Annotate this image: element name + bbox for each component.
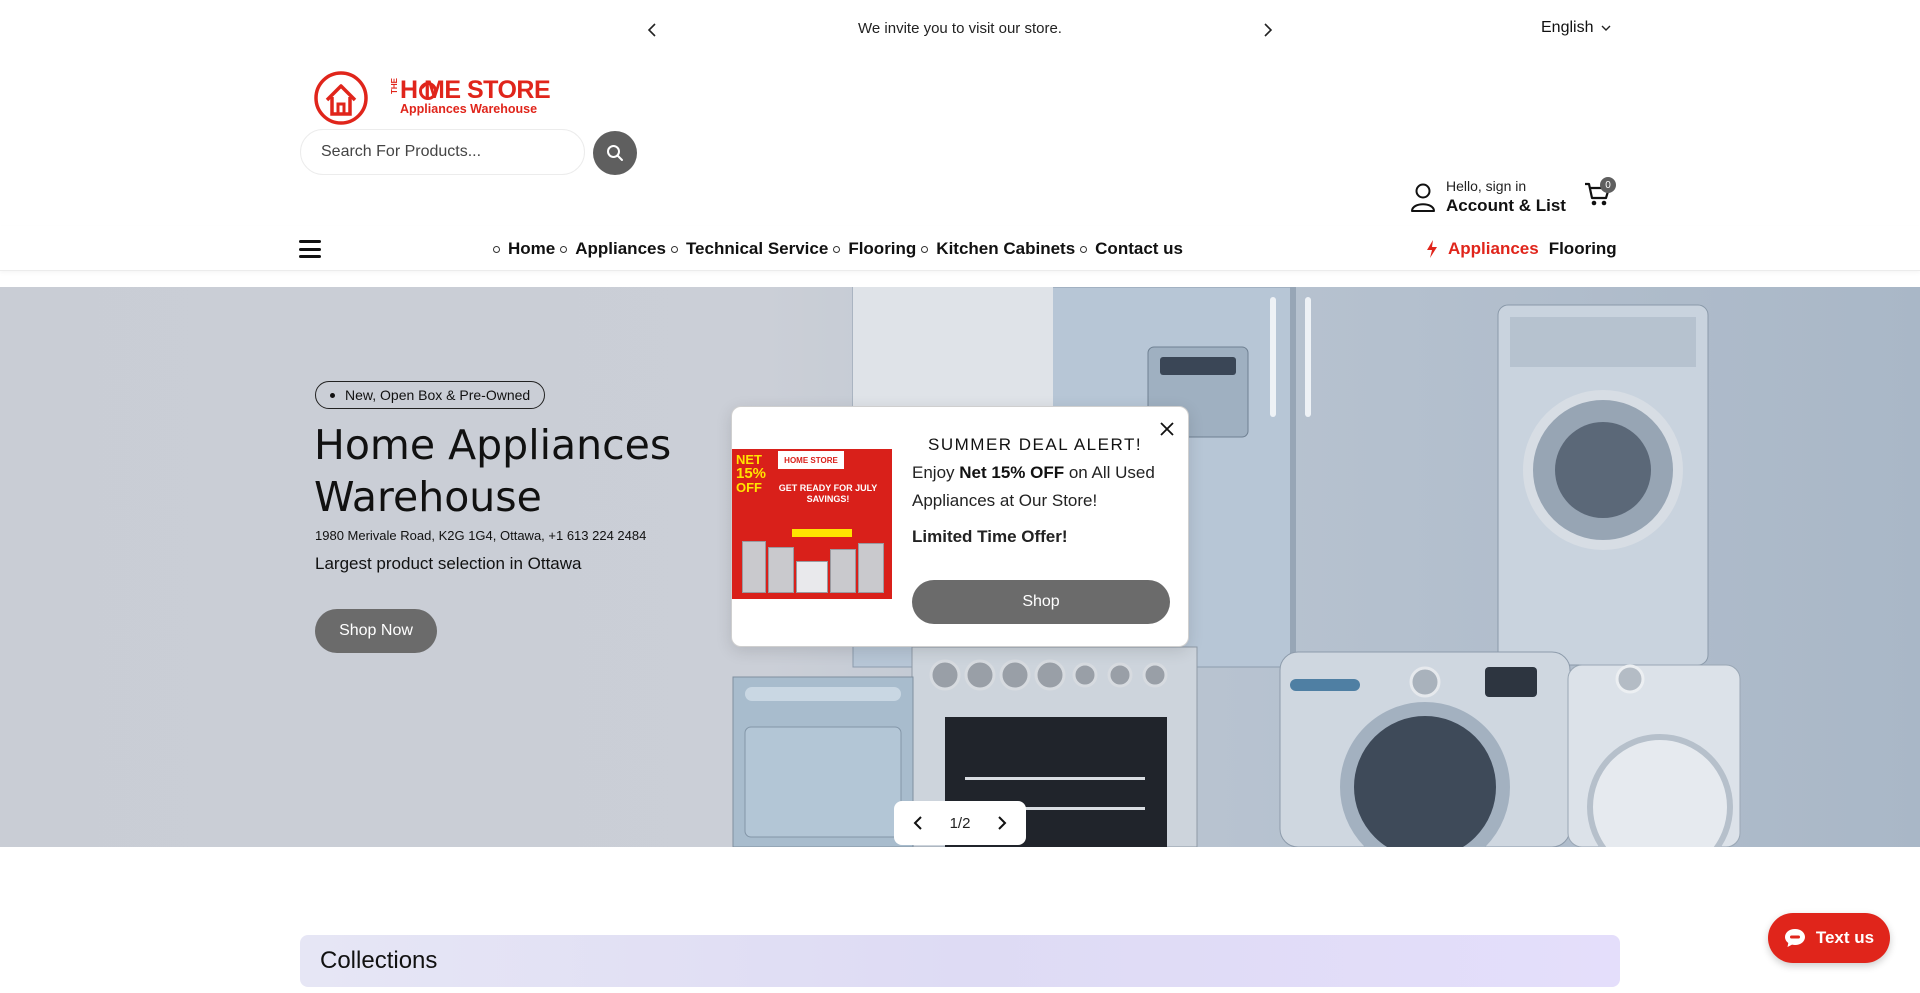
promo-headline: GET READY FOR JULY SAVINGS! — [778, 483, 878, 504]
close-icon — [1160, 422, 1174, 436]
promo-microwave-shape — [796, 561, 828, 593]
language-selector[interactable]: English — [1541, 19, 1611, 37]
popup-close-button[interactable] — [1159, 421, 1175, 437]
chevron-right-icon — [998, 816, 1007, 830]
shop-now-button[interactable]: Shop Now — [315, 609, 437, 653]
nav-separator-dot — [670, 245, 678, 253]
hamburger-line — [299, 255, 321, 258]
nav-item-appliances[interactable]: Appliances — [575, 239, 666, 259]
popup-body-prefix: Enjoy — [912, 463, 960, 482]
promo-stove-shape — [830, 549, 856, 593]
bullet-dot — [330, 392, 335, 398]
promo-yellow-strip — [792, 529, 852, 537]
promo-fridge-shape — [742, 541, 766, 593]
lightning-icon — [1427, 240, 1437, 258]
language-label: English — [1541, 19, 1594, 36]
hamburger-menu-button[interactable] — [299, 240, 321, 258]
popup-body: Enjoy Net 15% OFF on All Used Appliances… — [912, 459, 1167, 515]
search-input[interactable] — [321, 143, 561, 161]
main-navigation: Home Appliances Technical Service Floori… — [0, 226, 1920, 271]
nav-separator-dot — [1080, 245, 1088, 253]
account-link[interactable]: Hello, sign in Account & List — [1410, 178, 1566, 216]
user-icon — [1411, 183, 1435, 212]
nav-item-home[interactable]: Home — [508, 239, 555, 259]
promo-image: NET 15% OFF HOME STORE GET READY FOR JUL… — [732, 449, 892, 609]
hamburger-line — [299, 247, 321, 251]
hero-title: Home Appliances Warehouse — [314, 421, 672, 521]
announcement-next-button[interactable] — [1256, 18, 1280, 42]
promo-logo: HOME STORE — [778, 451, 844, 469]
promo-percent: 15% — [736, 465, 767, 482]
popup-body-bold: Net 15% OFF — [959, 463, 1065, 482]
hero-address: 1980 Merivale Road, K2G 1G4, Ottawa, +1 … — [315, 528, 647, 543]
chevron-left-icon — [913, 816, 922, 830]
nav-separator-dot — [921, 245, 929, 253]
promo-off: OFF — [736, 480, 762, 495]
collections-title: Collections — [320, 947, 438, 974]
nav-item-contact-us[interactable]: Contact us — [1095, 239, 1183, 259]
popup-limited-offer: Limited Time Offer! — [912, 527, 1068, 546]
account-greeting: Hello, sign in — [1446, 178, 1527, 194]
announcement-prev-button[interactable] — [640, 18, 664, 42]
cart-count-badge: 0 — [1600, 177, 1616, 193]
search-box — [300, 129, 585, 175]
popup-shop-button[interactable]: Shop — [912, 580, 1170, 624]
promo-fridge-shape — [768, 547, 794, 593]
promo-footer-strip — [732, 599, 892, 609]
slide-prev-button[interactable] — [908, 813, 928, 833]
house-logo-icon — [314, 71, 368, 125]
store-logo[interactable]: THE H ME STORE Appliances Warehouse — [313, 70, 553, 126]
chevron-left-icon — [647, 23, 656, 37]
hamburger-line — [299, 240, 321, 243]
quick-link-appliances[interactable]: Appliances — [1448, 239, 1539, 259]
slide-next-button[interactable] — [992, 813, 1012, 833]
brand-text: THE H ME STORE Appliances Warehouse — [390, 78, 551, 117]
slider-controls: 1/2 — [894, 801, 1026, 845]
nav-separator-dot — [560, 245, 568, 253]
hero-subtitle: Largest product selection in Ottawa — [315, 554, 582, 573]
collections-header: Collections — [300, 935, 1620, 987]
nav-menu: Home Appliances Technical Service Floori… — [488, 239, 1183, 259]
announcement-message: We invite you to visit our store. — [858, 20, 1062, 37]
nav-item-flooring[interactable]: Flooring — [848, 239, 916, 259]
text-us-chat-button[interactable]: Text us — [1768, 913, 1890, 963]
promo-popup: NET 15% OFF HOME STORE GET READY FOR JUL… — [731, 406, 1189, 647]
account-label: Account & List — [1446, 196, 1566, 215]
brand-the: THE — [390, 78, 399, 94]
nav-separator-dot — [833, 245, 841, 253]
nav-item-technical-service[interactable]: Technical Service — [686, 239, 828, 259]
chevron-right-icon — [1264, 23, 1273, 37]
announcement-bar: We invite you to visit our store. Englis… — [0, 0, 1920, 58]
search-icon — [607, 145, 623, 161]
brand-subtitle: Appliances Warehouse — [400, 102, 538, 116]
brand-o-house-icon — [419, 80, 437, 100]
promo-net-label: NET 15% OFF — [736, 453, 766, 495]
slide-counter: 1/2 — [949, 814, 971, 832]
nav-item-kitchen-cabinets[interactable]: Kitchen Cabinets — [936, 239, 1075, 259]
chat-bubble-icon — [1784, 929, 1805, 947]
quick-links: Appliances Flooring — [1426, 239, 1617, 259]
quick-link-flooring[interactable]: Flooring — [1549, 239, 1617, 259]
promo-fridge-shape — [858, 543, 884, 593]
cart-button[interactable]: 0 — [1584, 177, 1616, 210]
hero-tag-label: New, Open Box & Pre-Owned — [345, 387, 531, 403]
popup-title: SUMMER DEAL ALERT! — [928, 435, 1143, 454]
search-button[interactable] — [593, 131, 637, 175]
text-us-label: Text us — [1815, 928, 1875, 947]
hero-tag: New, Open Box & Pre-Owned — [315, 381, 546, 409]
nav-separator-dot — [493, 245, 500, 253]
chevron-down-icon — [1601, 25, 1611, 31]
